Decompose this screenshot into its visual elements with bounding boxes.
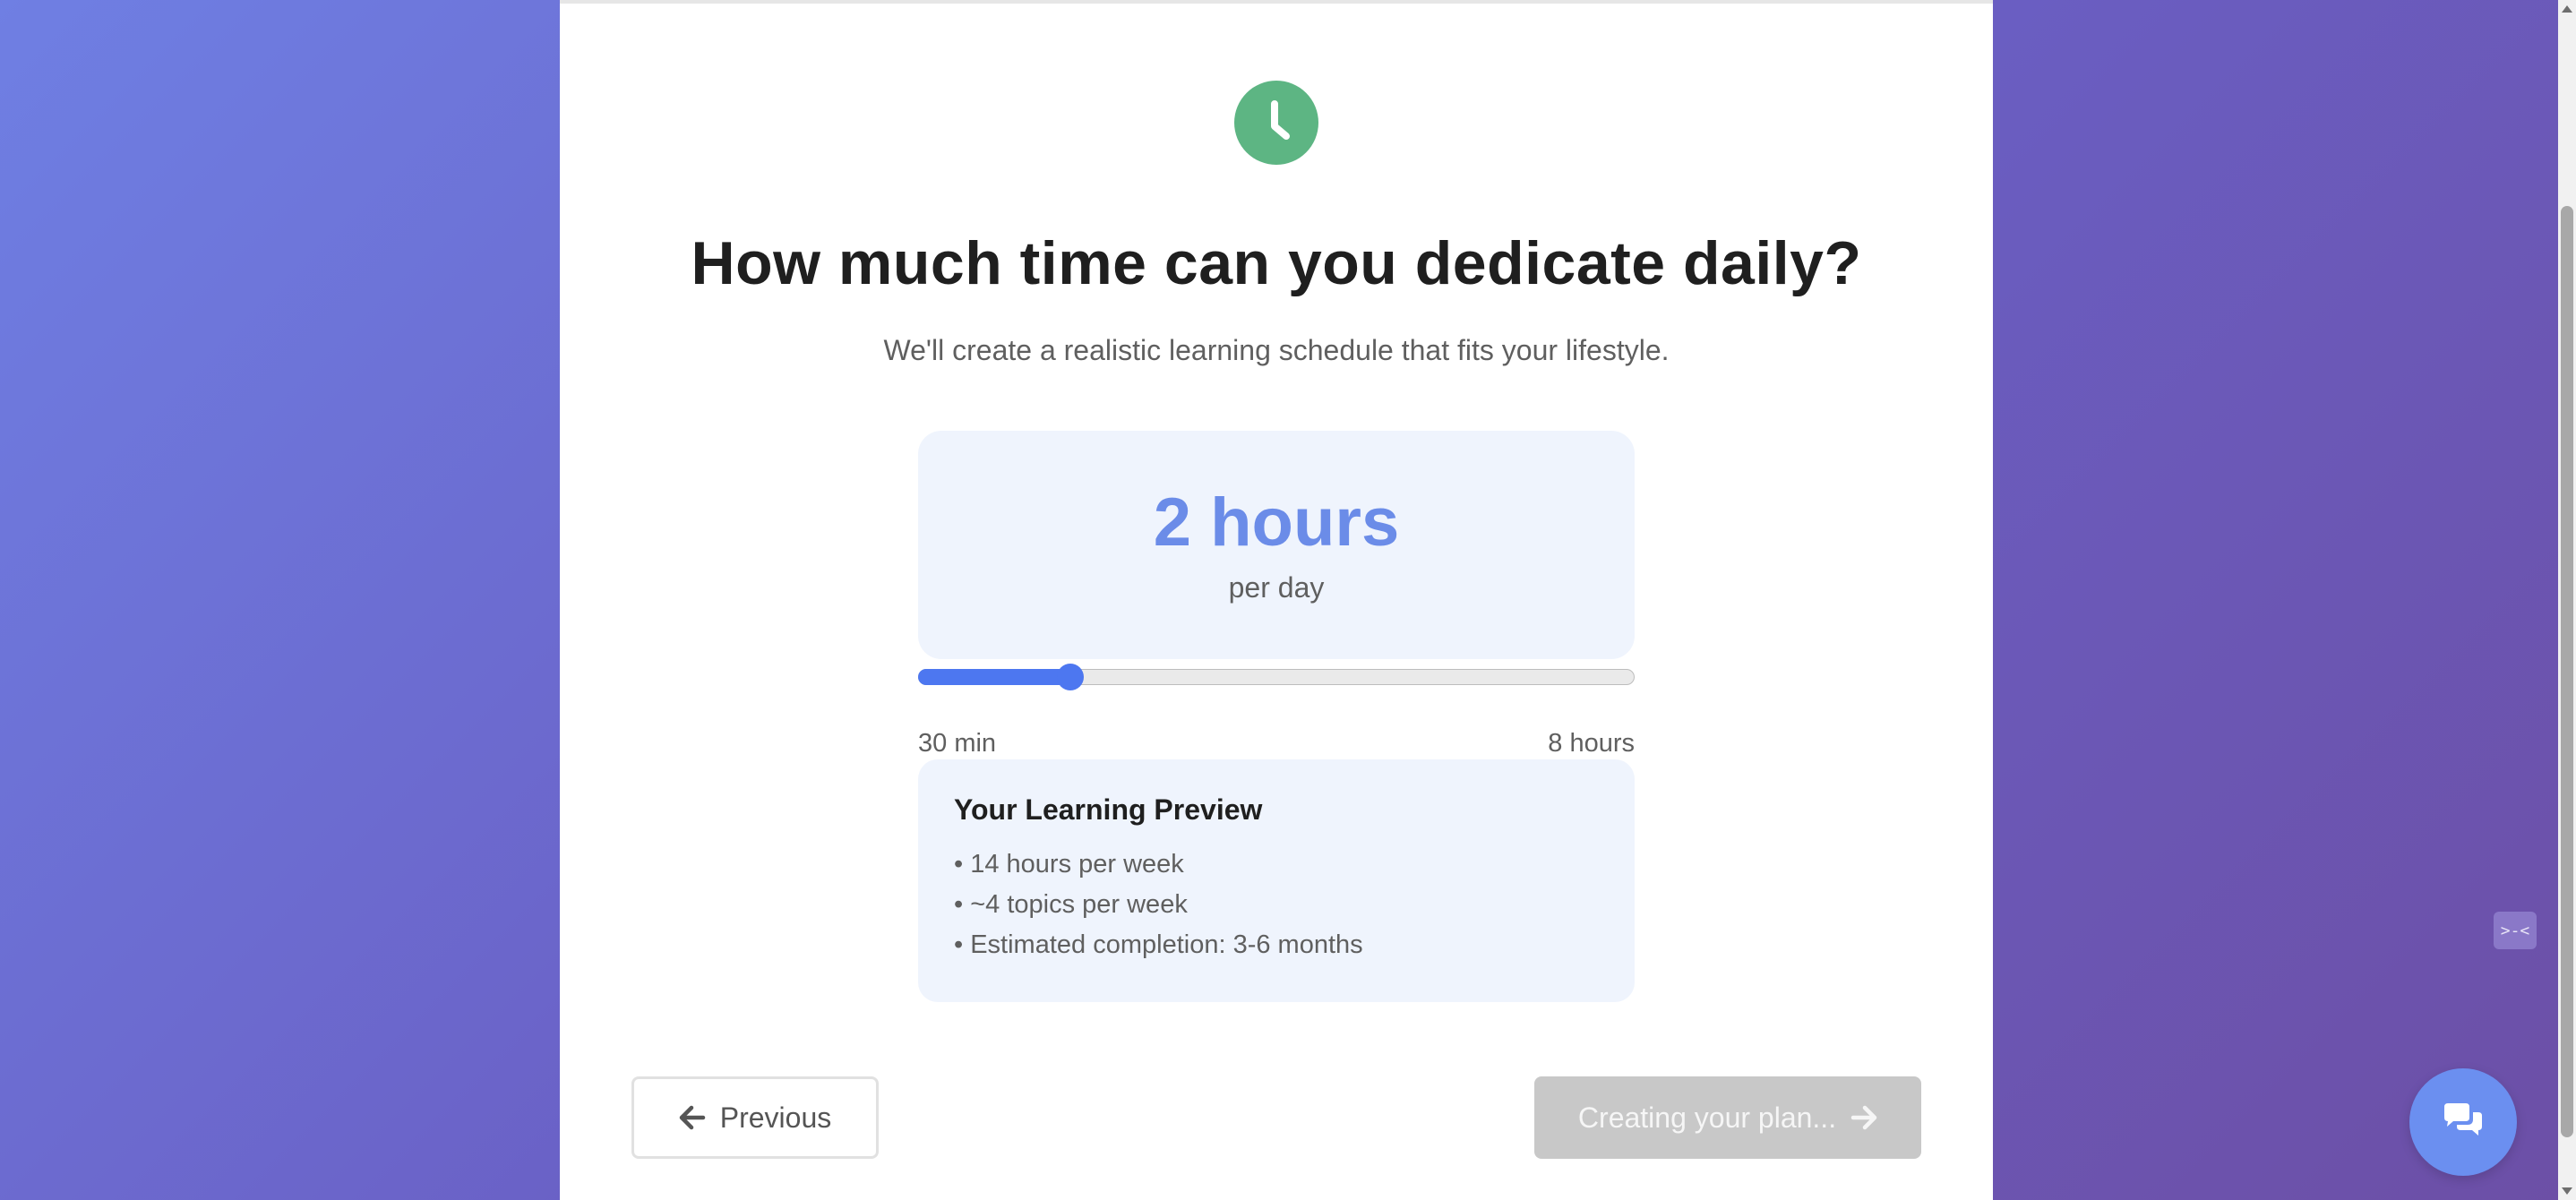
- selected-time-unit: per day: [1228, 571, 1325, 604]
- next-button[interactable]: Creating your plan...: [1534, 1076, 1921, 1159]
- preview-item: • 14 hours per week: [954, 850, 1184, 879]
- previous-button-label: Previous: [719, 1101, 832, 1134]
- chat-button[interactable]: [2409, 1068, 2517, 1176]
- time-slider[interactable]: [918, 664, 1635, 690]
- slider-thumb[interactable]: [1057, 664, 1084, 690]
- preview-item: • ~4 topics per week: [954, 890, 1188, 919]
- chat-bubbles-icon: [2441, 1101, 2486, 1144]
- preview-title: Your Learning Preview: [954, 793, 1263, 826]
- clock-icon: [1234, 81, 1318, 165]
- slider-max-label: 8 hours: [1548, 729, 1635, 758]
- scrollbar-thumb[interactable]: [2561, 206, 2573, 1137]
- page-subtitle: We'll create a realistic learning schedu…: [883, 334, 1670, 366]
- previous-button[interactable]: Previous: [631, 1076, 879, 1159]
- arrow-right-icon: [1836, 1105, 1877, 1130]
- scroll-up-icon[interactable]: [2562, 5, 2572, 13]
- next-button-label: Creating your plan...: [1577, 1101, 1837, 1134]
- scroll-down-icon[interactable]: [2562, 1187, 2572, 1195]
- page-title: How much time can you dedicate daily?: [691, 229, 1862, 297]
- arrow-left-icon: [679, 1105, 720, 1130]
- collapse-icon[interactable]: >-<: [2494, 912, 2537, 949]
- selected-time-value: 2 hours: [1153, 484, 1400, 561]
- learning-preview: Your Learning Preview • 14 hours per wee…: [918, 759, 1635, 1002]
- page-scrollbar[interactable]: [2558, 0, 2576, 1200]
- preview-item: • Estimated completion: 3-6 months: [954, 930, 1363, 959]
- slider-fill: [918, 669, 1070, 685]
